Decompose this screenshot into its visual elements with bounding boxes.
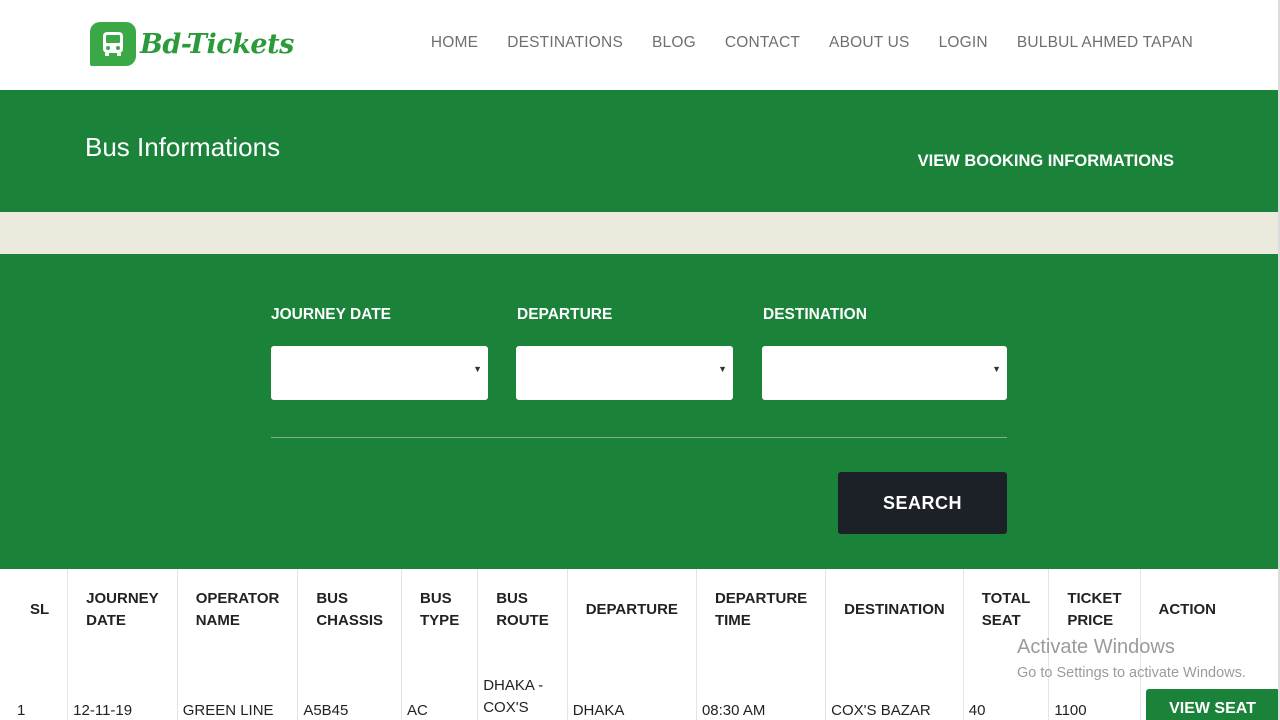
dropdown-caret-icon: ▼ [473,364,482,374]
nav-login[interactable]: LOGIN [939,34,988,52]
page-header-band: Bus Informations VIEW BOOKING INFORMATIO… [0,90,1278,212]
watermark-subtitle: Go to Settings to activate Windows. [1017,665,1246,681]
col-journey-date: JOURNEY DATE [67,569,178,651]
bus-icon [90,22,136,66]
cell-destination: COX'S BAZAR [825,651,964,720]
cell-journey-date: 12-11-19 [67,651,178,720]
nav-contact[interactable]: CONTACT [725,34,800,52]
nav-destinations[interactable]: DESTINATIONS [507,34,623,52]
windows-activation-watermark: Activate Windows Go to Settings to activ… [1017,636,1246,681]
cell-bus-chassis: A5B45 [297,651,402,720]
cell-sl: 1 [17,702,26,719]
col-destination: DESTINATION [825,569,964,651]
col-departure-time: DEPARTURE TIME [695,569,826,651]
journey-date-select[interactable]: ▼ [271,346,488,400]
nav-user-name[interactable]: BULBUL AHMED TAPAN [1017,34,1193,52]
search-panel: JOURNEY DATE DEPARTURE DESTINATION ▼ ▼ ▼… [0,254,1278,569]
watermark-title: Activate Windows [1017,636,1175,658]
destination-select[interactable]: ▼ [762,346,1007,400]
dropdown-caret-icon: ▼ [992,364,1001,374]
col-sl: SL [30,601,50,618]
col-operator-name: OPERATOR NAME [176,569,298,651]
departure-label: DEPARTURE [517,306,613,323]
col-bus-route: BUS ROUTE [477,569,568,651]
form-divider [271,437,1007,438]
page-title: Bus Informations [85,132,281,162]
dropdown-caret-icon: ▼ [718,364,727,374]
departure-select[interactable]: ▼ [516,346,733,400]
destination-label: DESTINATION [763,306,867,323]
top-navbar: Bd-Tickets HOME DESTINATIONS BLOG CONTAC… [0,0,1280,90]
search-button[interactable]: SEARCH [838,472,1007,534]
cell-operator-name: GREEN LINE [176,651,298,720]
nav-about-us[interactable]: ABOUT US [829,34,910,52]
cell-departure: DHAKA [566,651,697,720]
view-seat-button[interactable]: VIEW SEAT [1145,689,1280,720]
cell-departure-time: 08:30 AM [695,651,826,720]
cell-bus-route: DHAKA - COX'S [477,651,568,720]
brand-name: Bd-Tickets [140,28,294,60]
col-departure: DEPARTURE [566,569,697,651]
col-bus-chassis: BUS CHASSIS [297,569,402,651]
col-bus-type: BUS TYPE [401,569,478,651]
journey-date-label: JOURNEY DATE [271,306,392,323]
view-booking-link[interactable]: VIEW BOOKING INFORMATIONS [918,152,1174,171]
main-nav: HOME DESTINATIONS BLOG CONTACT ABOUT US … [431,34,1193,52]
brand-logo[interactable]: Bd-Tickets [90,22,294,66]
divider-strip [0,212,1278,254]
nav-home[interactable]: HOME [431,34,478,52]
cell-bus-type: AC [401,651,478,720]
nav-blog[interactable]: BLOG [652,34,696,52]
